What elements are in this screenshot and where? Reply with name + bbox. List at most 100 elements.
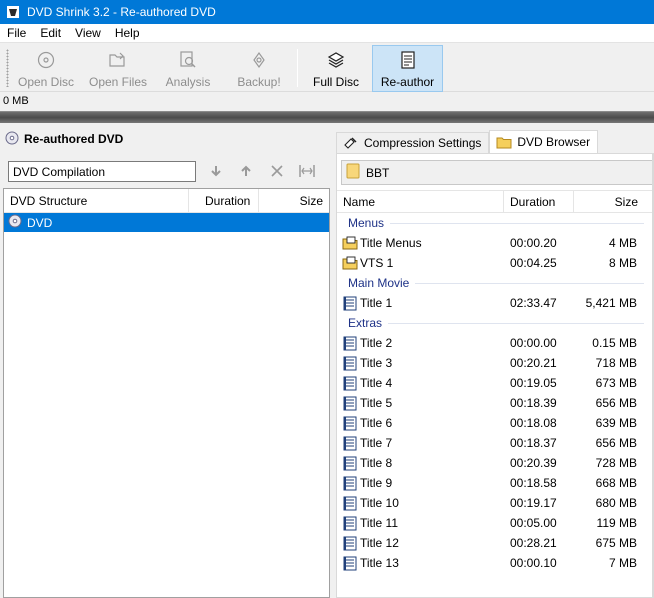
- group-divider: [390, 222, 644, 224]
- title-icon: [342, 395, 358, 411]
- group-divider: [388, 322, 644, 324]
- title-icon: [342, 355, 358, 371]
- item-duration: 00:20.39: [510, 456, 557, 470]
- item-name: Title Menus: [360, 236, 422, 250]
- item-size: 7 MB: [608, 556, 637, 570]
- group-divider: [415, 282, 644, 284]
- compilation-name-input[interactable]: DVD Compilation: [8, 161, 196, 182]
- left-pane-header: Re-authored DVD: [0, 129, 330, 149]
- list-item[interactable]: Title 7 00:18.37 656 MB: [337, 433, 654, 453]
- close-icon: [270, 164, 284, 181]
- item-name: Title 8: [360, 456, 393, 470]
- dvd-icon: [5, 131, 19, 148]
- title-icon: [342, 415, 358, 431]
- toolbar-grip[interactable]: [6, 49, 9, 87]
- backup-icon: [250, 48, 268, 72]
- item-size: 8 MB: [608, 256, 637, 270]
- item-name: Title 1: [360, 296, 393, 310]
- item-name: Title 11: [360, 516, 399, 530]
- menu-help[interactable]: Help: [108, 26, 147, 40]
- list-item[interactable]: Title 10 00:19.17 680 MB: [337, 493, 654, 513]
- list-item[interactable]: Title 9 00:18.58 668 MB: [337, 473, 654, 493]
- browser-header: Name Duration Size: [337, 190, 654, 213]
- analysis-button[interactable]: Analysis: [160, 46, 216, 91]
- item-size: 639 MB: [595, 416, 637, 430]
- item-duration: 00:18.08: [510, 416, 557, 430]
- column-dvd-structure[interactable]: DVD Structure: [4, 189, 189, 213]
- compression-icon: [343, 136, 359, 150]
- move-up-button[interactable]: [236, 162, 256, 182]
- app-icon: [6, 5, 20, 19]
- tab-dvd-browser[interactable]: DVD Browser: [489, 130, 599, 153]
- item-name: VTS 1: [360, 256, 394, 270]
- tab-compression-settings[interactable]: Compression Settings: [336, 132, 490, 153]
- re-author-button[interactable]: Re-author: [372, 45, 443, 92]
- menu-edit[interactable]: Edit: [33, 26, 68, 40]
- list-item[interactable]: Title 13 00:00.10 7 MB: [337, 553, 654, 573]
- remove-button[interactable]: [267, 162, 287, 182]
- column-duration[interactable]: Duration: [189, 189, 259, 213]
- title-icon: [342, 555, 358, 571]
- list-item[interactable]: Title 4 00:19.05 673 MB: [337, 373, 654, 393]
- menu-file[interactable]: File: [0, 26, 33, 40]
- dvd-browser-panel: BBT Name Duration Size Menus Title Menus 0…: [336, 153, 654, 598]
- title-icon: [342, 495, 358, 511]
- column-duration[interactable]: Duration: [504, 191, 574, 213]
- folder-icon: [496, 136, 512, 149]
- list-item[interactable]: Title 2 00:00.00 0.15 MB: [337, 333, 654, 353]
- item-size: 718 MB: [595, 356, 637, 370]
- item-size: 675 MB: [595, 536, 637, 550]
- item-duration: 00:18.37: [510, 436, 557, 450]
- toolbar: Open Disc Open Files Analysis Backup! Fu…: [0, 42, 654, 92]
- right-tabs: Compression Settings DVD Browser: [336, 130, 599, 153]
- item-name: Title 4: [360, 376, 393, 390]
- title-icon: [342, 515, 358, 531]
- list-item[interactable]: Title 11 00:05.00 119 MB: [337, 513, 654, 533]
- item-size: 728 MB: [595, 456, 637, 470]
- list-item[interactable]: Title 8 00:20.39 728 MB: [337, 453, 654, 473]
- column-size[interactable]: Size: [574, 191, 654, 213]
- size-readout: 0 MB: [0, 92, 654, 110]
- list-item[interactable]: Title 5 00:18.39 656 MB: [337, 393, 654, 413]
- split-button[interactable]: [297, 162, 317, 182]
- list-item[interactable]: Title 3 00:20.21 718 MB: [337, 353, 654, 373]
- re-author-icon: [399, 48, 417, 72]
- tree-item-dvd[interactable]: DVD: [4, 213, 329, 232]
- list-item[interactable]: Title 12 00:28.21 675 MB: [337, 533, 654, 553]
- open-disc-button[interactable]: Open Disc: [14, 46, 78, 91]
- open-folder-icon: [109, 48, 127, 72]
- open-disc-label: Open Disc: [17, 75, 75, 89]
- item-name: Title 13: [360, 556, 399, 570]
- item-duration: 02:33.47: [510, 296, 557, 310]
- item-size: 656 MB: [595, 396, 637, 410]
- title-icon: [342, 375, 358, 391]
- backup-button[interactable]: Backup!: [230, 46, 288, 91]
- item-size: 668 MB: [595, 476, 637, 490]
- menu-view[interactable]: View: [68, 26, 108, 40]
- item-size: 119 MB: [596, 516, 637, 530]
- column-size[interactable]: Size: [259, 189, 329, 213]
- list-item[interactable]: Title Menus 00:00.20 4 MB: [337, 233, 654, 253]
- column-name[interactable]: Name: [337, 191, 504, 213]
- item-size: 0.15 MB: [592, 336, 637, 350]
- list-item[interactable]: Title 6 00:18.08 639 MB: [337, 413, 654, 433]
- move-down-button[interactable]: [206, 162, 226, 182]
- item-duration: 00:00.10: [510, 556, 557, 570]
- list-item[interactable]: Title 1 02:33.47 5,421 MB: [337, 293, 654, 313]
- full-disc-button[interactable]: Full Disc: [306, 46, 366, 91]
- item-name: Title 10: [360, 496, 399, 510]
- title-icon: [342, 455, 358, 471]
- title-icon: [342, 295, 358, 311]
- pane-splitter[interactable]: [331, 129, 335, 598]
- item-duration: 00:28.21: [510, 536, 557, 550]
- open-files-button[interactable]: Open Files: [85, 46, 151, 91]
- browser-list: Menus Title Menus 00:00.20 4 MB VTS 1 00:04.2…: [337, 213, 654, 573]
- title-icon: [342, 335, 358, 351]
- compilation-name-value: DVD Compilation: [13, 164, 106, 179]
- tab-compression-label: Compression Settings: [364, 136, 482, 150]
- title-icon: [342, 435, 358, 451]
- browser-path[interactable]: BBT: [341, 160, 654, 185]
- arrow-up-icon: [239, 164, 253, 181]
- item-name: Title 3: [360, 356, 393, 370]
- list-item[interactable]: VTS 1 00:04.25 8 MB: [337, 253, 654, 273]
